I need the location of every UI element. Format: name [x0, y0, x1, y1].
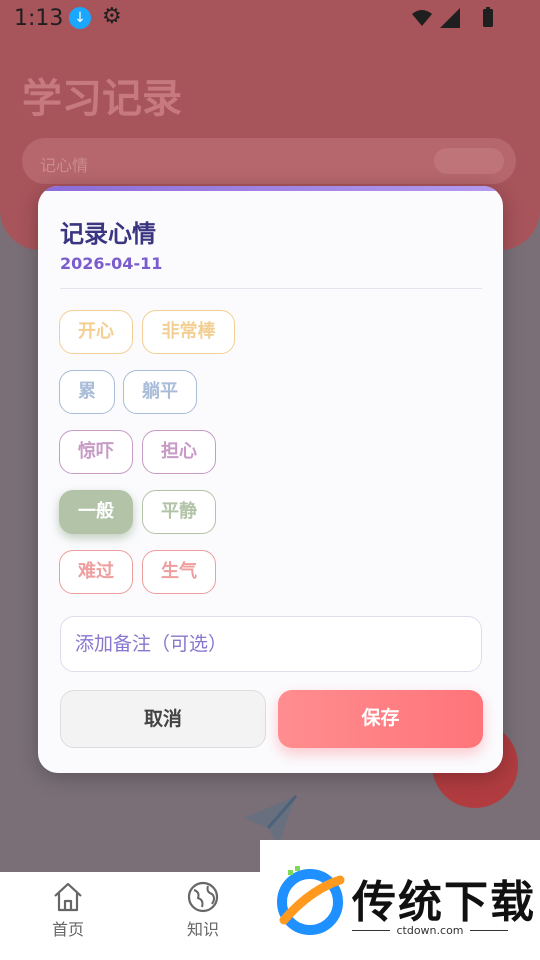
- mood-dialog: 记录心情 2026-04-11 开心 非常棒 累 躺平 惊吓 担心 一般 平静 …: [38, 186, 503, 773]
- save-button[interactable]: 保存: [278, 690, 483, 748]
- mood-chip-lying-flat[interactable]: 躺平: [123, 370, 197, 414]
- home-icon: [54, 882, 82, 912]
- dialog-accent-bar: [38, 186, 503, 191]
- cancel-button[interactable]: 取消: [60, 690, 266, 748]
- status-bar: 1:13 ↓ ⚙: [0, 0, 540, 38]
- background-search-button: [434, 148, 504, 174]
- status-time: 1:13: [14, 6, 64, 31]
- mood-chip-calm[interactable]: 平静: [142, 490, 216, 534]
- watermark-logo-icon: [277, 866, 345, 935]
- watermark-name: 传统下载: [352, 877, 536, 928]
- dialog-date: 2026-04-11: [60, 254, 163, 273]
- watermark-url: ctdown.com: [396, 924, 464, 937]
- download-icon: ↓: [69, 7, 91, 29]
- mood-chip-scared[interactable]: 惊吓: [59, 430, 133, 474]
- note-field-wrapper: [60, 616, 482, 672]
- mood-chip-awesome[interactable]: 非常棒: [142, 310, 235, 354]
- divider: [60, 288, 482, 289]
- nav-label-knowledge: 知识: [186, 920, 219, 939]
- signal-battery-icons: [412, 7, 493, 28]
- nav-item-knowledge[interactable]: 知识: [168, 880, 238, 940]
- gear-icon: ⚙: [102, 4, 122, 29]
- mood-chip-tired[interactable]: 累: [59, 370, 115, 414]
- mood-chip-sad[interactable]: 难过: [59, 550, 133, 594]
- background-search-placeholder: 记心情: [40, 156, 89, 175]
- status-right-icons: [410, 6, 498, 30]
- dialog-title: 记录心情: [60, 220, 156, 248]
- background-title: 学习记录: [22, 76, 182, 122]
- mood-chip-so-so[interactable]: 一般: [59, 490, 133, 534]
- mood-chip-happy[interactable]: 开心: [59, 310, 133, 354]
- mood-chip-worried[interactable]: 担心: [142, 430, 216, 474]
- watermark: 传统下载 ctdown.com: [260, 840, 540, 960]
- note-input[interactable]: [61, 617, 481, 671]
- mood-chip-angry[interactable]: 生气: [142, 550, 216, 594]
- globe-icon: [187, 881, 219, 913]
- background-search-box: 记心情: [22, 138, 516, 184]
- nav-item-home[interactable]: 首页: [33, 880, 103, 940]
- nav-label-home: 首页: [51, 920, 84, 939]
